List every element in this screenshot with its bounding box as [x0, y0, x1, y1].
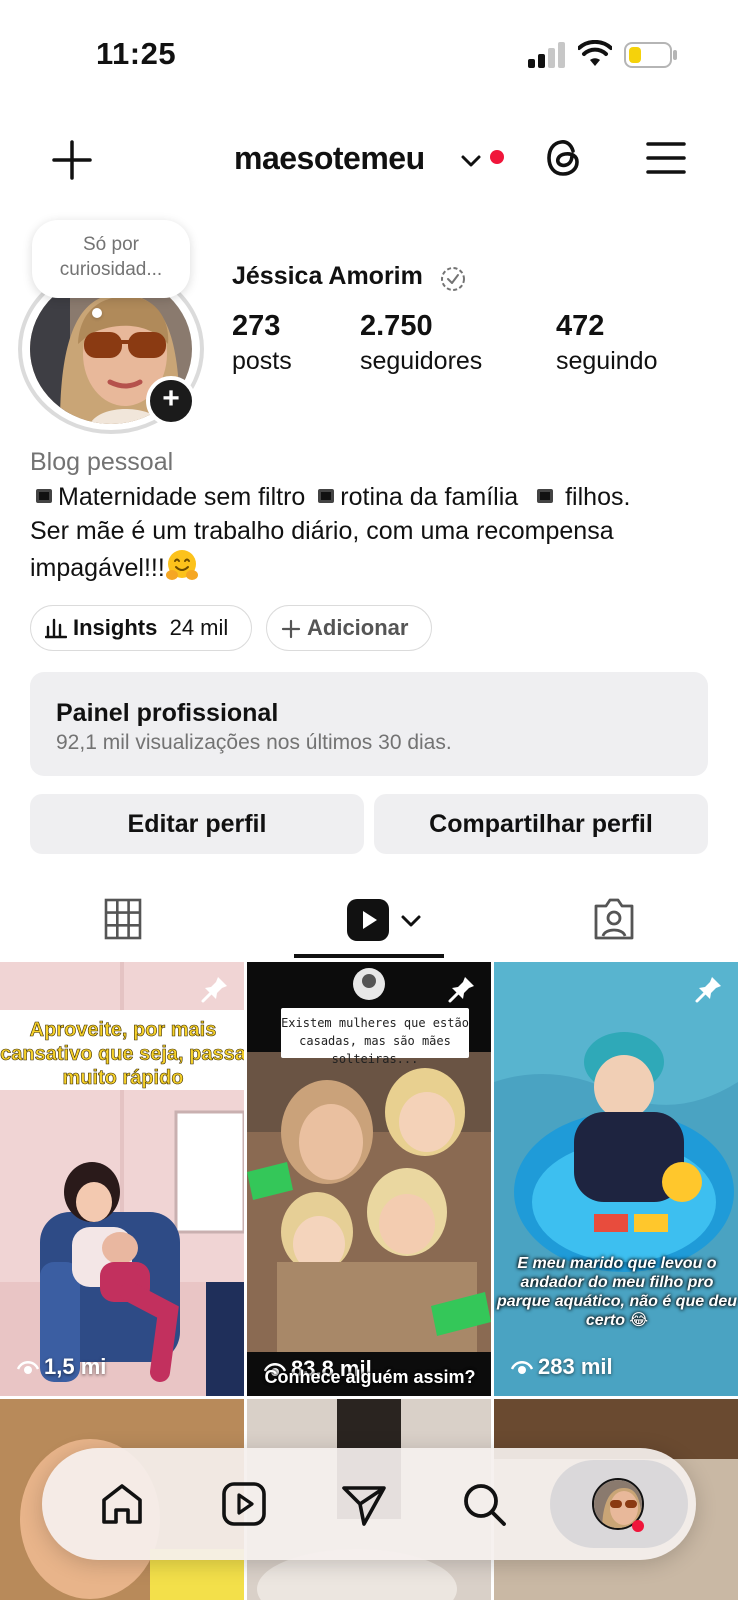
tagged-tab-icon[interactable]	[592, 896, 636, 942]
reel-caption-top: Existem mulheres que estão casadas, mas …	[281, 1008, 469, 1066]
battery-icon	[624, 42, 677, 68]
status-time: 11:25	[96, 36, 177, 71]
bio-line: Ser mãe é um trabalho diário, com uma re…	[30, 517, 614, 545]
pinned-icon	[695, 977, 721, 1003]
bio-segment: filhos.	[565, 483, 631, 511]
add-link-chip[interactable]: Adicionar	[266, 605, 432, 651]
plus-icon	[281, 619, 301, 639]
reels-tab-icon[interactable]	[346, 898, 390, 942]
add-link-label: Adicionar	[307, 615, 409, 640]
black-square-emoji-icon	[36, 489, 52, 503]
reels-icon[interactable]	[218, 1478, 270, 1530]
stat-followers-label: seguidores	[360, 347, 483, 375]
note-tail	[92, 308, 102, 318]
username-switcher[interactable]: maesotemeu	[234, 140, 425, 177]
edit-profile-button[interactable]: Editar perfil	[30, 794, 364, 854]
professional-dashboard-title: Painel profissional	[56, 699, 279, 727]
bio-line: impagável!!!	[30, 554, 165, 582]
create-plus-icon[interactable]	[50, 138, 94, 182]
reel-view-count: 1,5 mi	[16, 1354, 106, 1380]
wifi-icon	[578, 40, 612, 66]
notification-dot	[632, 1520, 644, 1532]
professional-dashboard-card[interactable]: Painel profissional 92,1 mil visualizaçõ…	[30, 672, 708, 776]
insights-label: Insights	[73, 615, 158, 640]
bar-chart-icon	[44, 618, 68, 639]
bottom-navigation-bar	[42, 1448, 696, 1560]
stat-following-value: 472	[556, 310, 605, 342]
views-eye-icon	[16, 1361, 40, 1374]
reel-caption-bottom: Conhece alguém assim?	[264, 1367, 476, 1387]
direct-messages-icon[interactable]	[338, 1478, 390, 1530]
chevron-down-icon[interactable]	[398, 908, 424, 934]
stat-followers[interactable]: 2.750 seguidores	[360, 308, 482, 378]
notification-dot	[490, 150, 504, 164]
insights-value: 24 mil	[169, 615, 229, 640]
reel-thumbnail[interactable]: Existem mulheres que estão casadas, mas …	[247, 962, 491, 1396]
stat-posts-label: posts	[232, 347, 292, 375]
profile-top-bar: maesotemeu	[0, 120, 738, 200]
chevron-down-icon[interactable]	[458, 148, 484, 174]
stat-posts[interactable]: 273 posts	[232, 308, 292, 378]
stat-following[interactable]: 472 seguindo	[556, 308, 657, 378]
cellular-signal-icon	[528, 42, 565, 68]
views-eye-icon	[510, 1361, 534, 1374]
bio-segment: Maternidade sem filtro	[58, 483, 306, 511]
profile-category: Blog pessoal	[30, 448, 174, 476]
reel-views-value: 283 mil	[538, 1354, 613, 1379]
reel-thumbnail[interactable]: E meu marido que levou o andador do meu …	[494, 962, 738, 1396]
reel-video-frame	[494, 962, 738, 1396]
home-icon[interactable]	[96, 1478, 148, 1530]
professional-dashboard-subtitle: 92,1 mil visualizações nos últimos 30 di…	[56, 731, 452, 754]
menu-hamburger-icon[interactable]	[644, 138, 688, 178]
black-square-emoji-icon	[537, 489, 554, 503]
reel-caption: Aproveite, por mais cansativo que seja, …	[0, 1010, 244, 1090]
profile-content-tabs	[0, 880, 738, 960]
threads-icon[interactable]	[542, 136, 586, 180]
bio-segment: rotina da família	[340, 483, 519, 511]
reel-thumbnail[interactable]: Aproveite, por mais cansativo que seja, …	[0, 962, 244, 1396]
reel-caption: E meu marido que levou o andador do meu …	[496, 1255, 738, 1329]
search-icon[interactable]	[458, 1478, 510, 1530]
add-story-button[interactable]: +	[146, 376, 196, 426]
reel-views-value: 1,5 mi	[44, 1354, 107, 1379]
profile-full-name: Jéssica Amorim	[232, 262, 423, 290]
grid-posts-tab-icon[interactable]	[104, 898, 142, 940]
stat-following-label: seguindo	[556, 347, 658, 375]
stat-followers-value: 2.750	[360, 310, 433, 342]
note-text: Só por curiosidad...	[59, 234, 163, 280]
stat-posts-value: 273	[232, 310, 281, 342]
status-bar: 11:25	[0, 0, 738, 100]
pinned-icon	[448, 977, 474, 1003]
black-square-emoji-icon	[318, 489, 335, 503]
share-profile-button[interactable]: Compartilhar perfil	[374, 794, 708, 854]
insights-chip[interactable]: Insights 24 mil	[30, 605, 252, 651]
reel-view-count: 283 mil	[510, 1354, 613, 1380]
active-tab-indicator	[294, 954, 444, 958]
profile-note-bubble[interactable]: Só por curiosidad...	[32, 220, 190, 318]
hugging-face-emoji-icon	[165, 550, 198, 580]
profile-bio: Maternidade sem filtro rotina da família…	[30, 480, 720, 585]
pinned-icon	[201, 977, 227, 1003]
verified-dashed-badge-icon[interactable]	[440, 266, 466, 292]
